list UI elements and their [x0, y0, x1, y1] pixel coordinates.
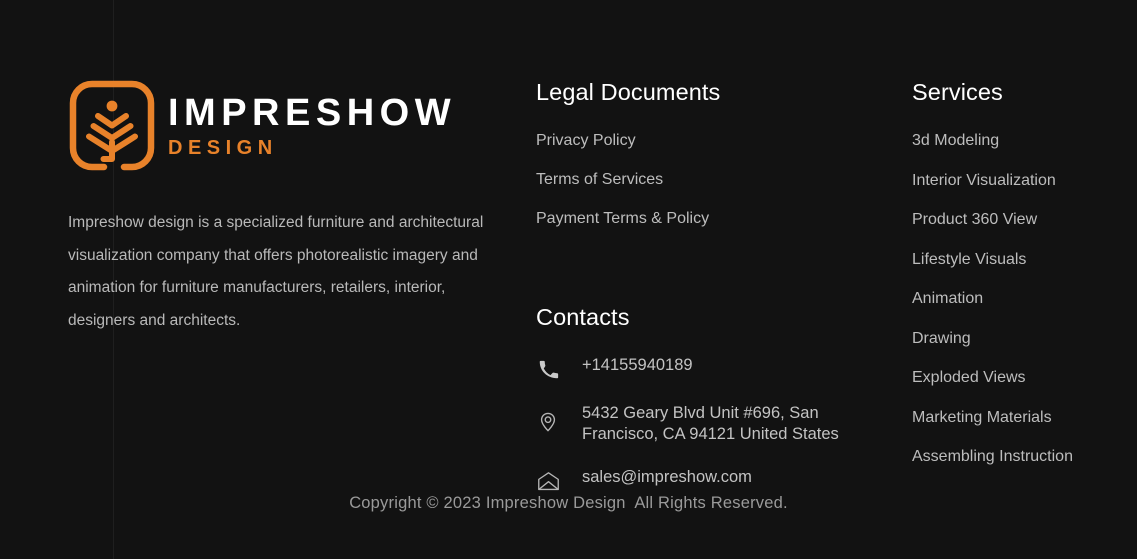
contact-row-email: sales@impreshow.com: [536, 467, 886, 493]
list-item: Payment Terms & Policy: [536, 210, 876, 228]
link-lifestyle-visuals[interactable]: Lifestyle Visuals: [912, 251, 1026, 268]
contact-address[interactable]: 5432 Geary Blvd Unit #696, San Francisco…: [582, 403, 872, 445]
link-marketing-materials[interactable]: Marketing Materials: [912, 409, 1052, 426]
brand-name-sub: DESIGN: [168, 137, 278, 159]
footer-services-column: Services 3d Modeling Interior Visualizat…: [912, 78, 1127, 488]
brand-wordmark: IMPRESHOW DESIGN: [168, 92, 456, 158]
footer-brand-column: IMPRESHOW DESIGN Impreshow design is a s…: [68, 75, 498, 353]
list-item: Interior Visualization: [912, 172, 1127, 190]
contact-email[interactable]: sales@impreshow.com: [582, 467, 752, 487]
envelope-icon: [536, 469, 560, 493]
link-terms-of-services[interactable]: Terms of Services: [536, 172, 663, 188]
services-column-title: Services: [912, 79, 1003, 105]
impreshow-plant-logo-icon: [69, 80, 155, 170]
footer-legal-column: Legal Documents Privacy Policy Terms of …: [536, 78, 876, 249]
contact-row-address: 5432 Geary Blvd Unit #696, San Francisco…: [536, 403, 886, 445]
link-drawing[interactable]: Drawing: [912, 330, 971, 347]
contacts-column-title: Contacts: [536, 304, 630, 330]
site-footer: IMPRESHOW DESIGN Impreshow design is a s…: [0, 0, 1137, 559]
brand-name-main: IMPRESHOW: [168, 92, 457, 134]
list-item: Animation: [912, 290, 1127, 308]
list-item: 3d Modeling: [912, 132, 1127, 150]
list-item: Exploded Views: [912, 369, 1127, 387]
link-assembling-instruction[interactable]: Assembling Instruction: [912, 449, 1073, 465]
legal-link-list: Privacy Policy Terms of Services Payment…: [536, 132, 876, 228]
link-payment-terms-policy[interactable]: Payment Terms & Policy: [536, 211, 709, 227]
list-item: Privacy Policy: [536, 132, 876, 150]
link-product-360-view[interactable]: Product 360 View: [912, 212, 1037, 228]
services-link-list: 3d Modeling Interior Visualization Produ…: [912, 132, 1127, 466]
location-pin-icon: [536, 410, 560, 434]
brand-logo[interactable]: IMPRESHOW DESIGN: [68, 75, 498, 175]
list-item: Assembling Instruction: [912, 448, 1127, 466]
brand-description: Impreshow design is a specialized furnit…: [68, 214, 484, 329]
copyright-text: Copyright © 2023 Impreshow Design All Ri…: [349, 494, 788, 512]
contact-phone-number[interactable]: +14155940189: [582, 355, 693, 375]
list-item: Product 360 View: [912, 211, 1127, 229]
contact-row-phone: +14155940189: [536, 355, 886, 381]
phone-icon: [536, 357, 560, 381]
link-interior-visualization[interactable]: Interior Visualization: [912, 172, 1056, 189]
list-item: Terms of Services: [536, 171, 876, 189]
link-animation[interactable]: Animation: [912, 291, 983, 307]
link-3d-modeling[interactable]: 3d Modeling: [912, 133, 999, 149]
link-exploded-views[interactable]: Exploded Views: [912, 370, 1026, 386]
list-item: Drawing: [912, 330, 1127, 348]
link-privacy-policy[interactable]: Privacy Policy: [536, 133, 636, 149]
footer-contacts-column: Contacts +14155940189 5432 Geary Blvd Un…: [536, 303, 886, 493]
list-item: Marketing Materials: [912, 409, 1127, 427]
list-item: Lifestyle Visuals: [912, 251, 1127, 269]
legal-column-title: Legal Documents: [536, 79, 721, 105]
